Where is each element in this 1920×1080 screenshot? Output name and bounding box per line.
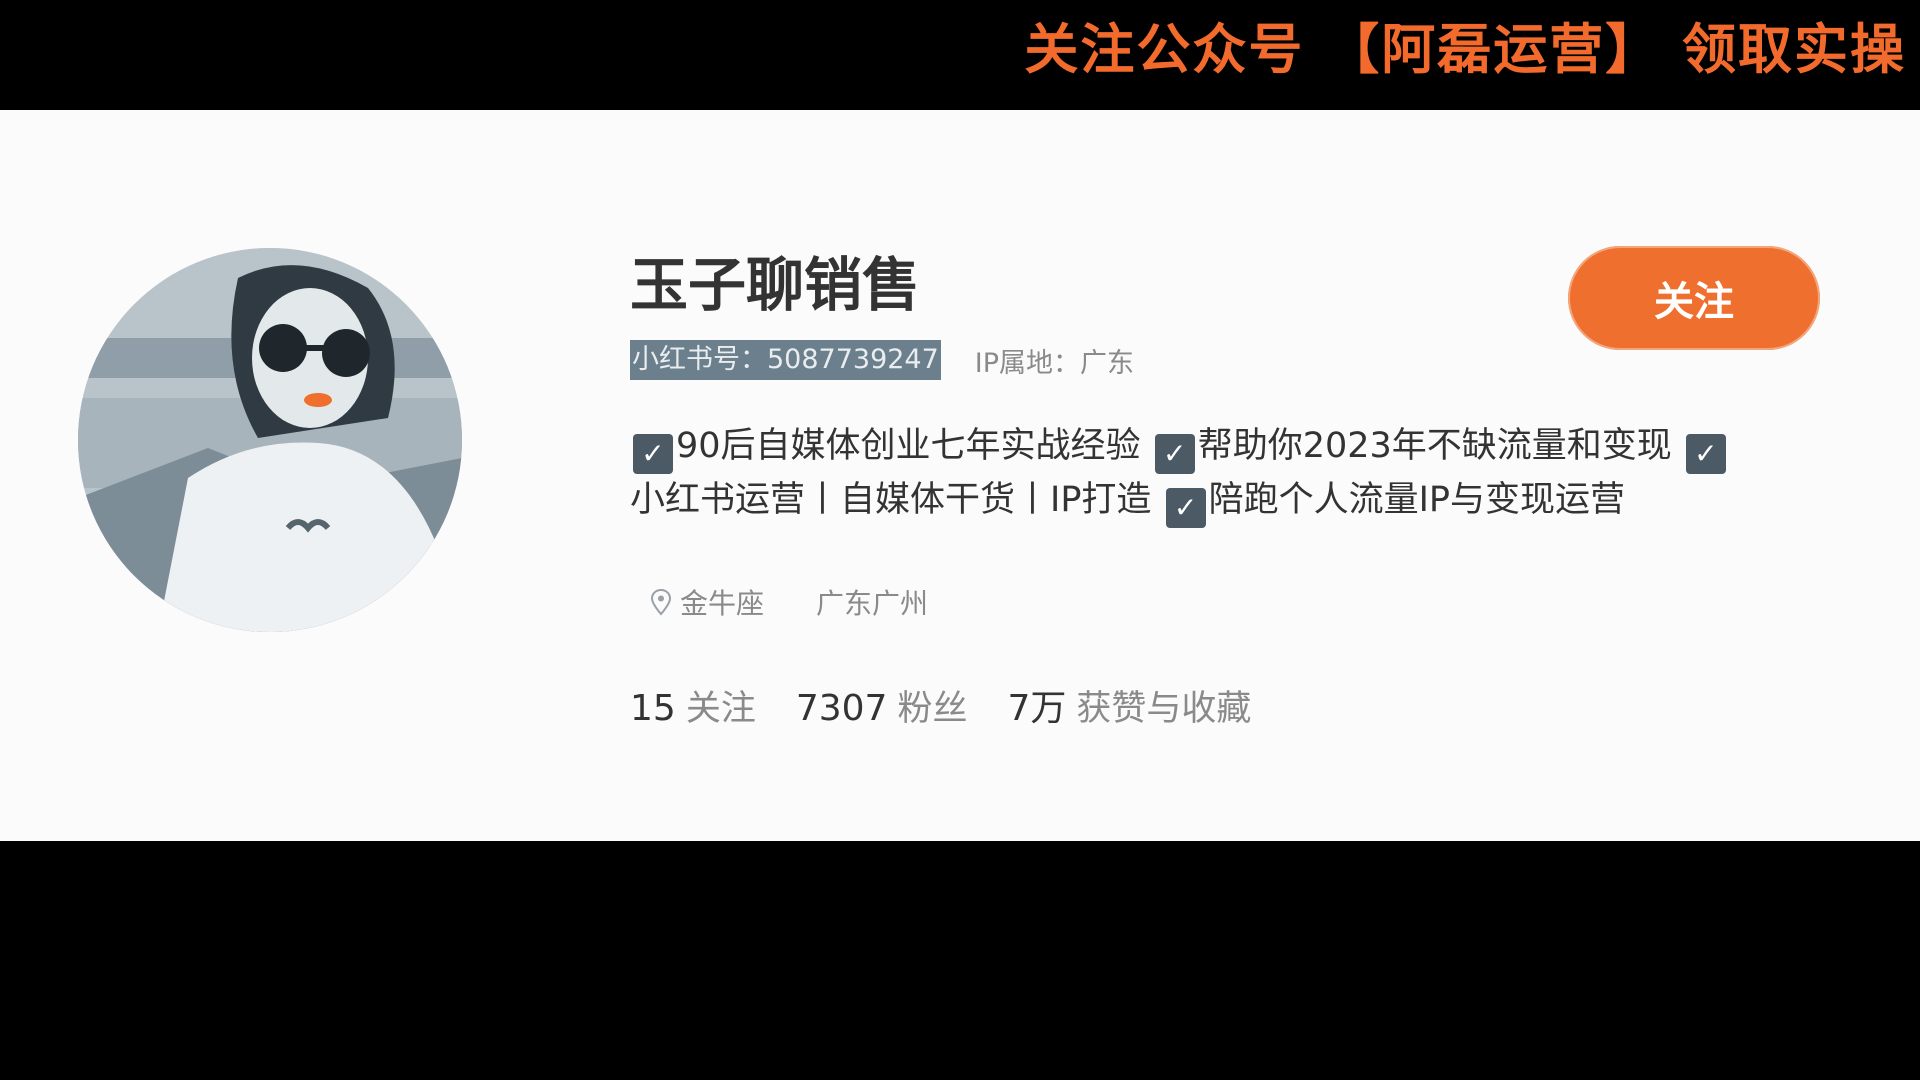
- follow-button[interactable]: 关注: [1568, 246, 1820, 350]
- stat-value: 7307: [795, 687, 888, 729]
- avatar-photo: [78, 248, 462, 632]
- stat-following[interactable]: 15 关注: [630, 680, 756, 731]
- top-banner: 关注公众号 【阿磊运营】 领取实操: [0, 0, 1920, 110]
- zodiac-label: 金牛座: [680, 587, 765, 620]
- bio-item: 帮助你2023年不缺流量和变现: [1197, 426, 1672, 466]
- avatar[interactable]: [78, 248, 462, 632]
- stats-row: 15 关注 7307 粉丝 7万 获赞与收藏: [630, 680, 1251, 730]
- username: 玉子聊销售: [630, 251, 921, 319]
- tag-region: 广东广州: [816, 582, 928, 622]
- red-id[interactable]: 小红书号：5087739247: [630, 340, 941, 380]
- checkbox-checked-icon: ✓: [1154, 434, 1195, 474]
- stat-label: 关注: [685, 688, 756, 729]
- checkbox-checked-icon: ✓: [633, 434, 673, 474]
- bottom-letterbox: [0, 841, 1920, 1080]
- meta-row: 小红书号：5087739247 IP属地：广东: [630, 340, 1134, 380]
- stat-label: 获赞与收藏: [1076, 689, 1252, 729]
- ip-location: IP属地：广东: [974, 347, 1135, 379]
- banner-text: 关注公众号 【阿磊运营】 领取实操: [1024, 18, 1906, 81]
- bio-item: 90后自媒体创业七年实战经验: [676, 426, 1141, 466]
- stat-followers[interactable]: 7307 粉丝: [796, 680, 968, 731]
- checkbox-checked-icon: ✓: [1165, 488, 1206, 528]
- stat-value: 15: [630, 687, 676, 729]
- tag-zodiac: 金牛座: [650, 582, 764, 622]
- stat-likes-collects[interactable]: 7万 获赞与收藏: [1007, 679, 1251, 731]
- location-pin-icon: [650, 588, 672, 616]
- stat-label: 粉丝: [897, 688, 968, 729]
- checkbox-checked-icon: ✓: [1685, 434, 1726, 474]
- stat-value: 7万: [1007, 688, 1067, 729]
- bio-item: 小红书运营丨自媒体干货丨IP打造: [630, 480, 1152, 520]
- profile-tags: 金牛座 广东广州: [650, 580, 928, 624]
- bio: ✓ 90后自媒体创业七年实战经验 ✓ 帮助你2023年不缺流量和变现 ✓ 小红书运营…: [630, 420, 1790, 528]
- bio-item: 陪跑个人流量IP与变现运营: [1208, 480, 1626, 520]
- region-label: 广东广州: [816, 587, 929, 620]
